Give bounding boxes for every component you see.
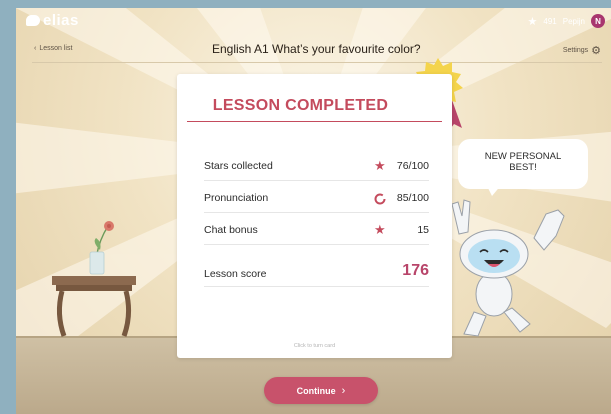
lesson-title: English A1 What’s your favourite color? [212, 42, 421, 56]
row-stars-collected: Stars collected ★ 76/100 [204, 158, 429, 176]
bubble-line-2: BEST! [509, 162, 537, 173]
elias-logo[interactable]: elias [26, 12, 79, 29]
row-value: 15 [417, 224, 429, 236]
side-table [52, 276, 136, 337]
avatar[interactable]: N [591, 14, 605, 28]
progress-ring-icon [374, 190, 386, 208]
back-to-lesson-list[interactable]: ‹ Lesson list [34, 45, 72, 52]
user-area: ★ 491 Pepijn N [528, 14, 605, 28]
star-icon: ★ [374, 158, 386, 173]
chevron-left-icon: ‹ [34, 45, 37, 52]
speech-logo-icon [26, 15, 40, 26]
speech-bubble: NEW PERSONAL BEST! [458, 139, 588, 189]
robot-hand-left [451, 199, 471, 235]
lesson-score-row: Lesson score 176 [204, 262, 429, 284]
score-value: 176 [402, 262, 429, 279]
gear-icon: ⚙ [591, 45, 601, 57]
chevron-right-icon: › [341, 384, 346, 397]
row-label: Chat bonus [204, 224, 258, 236]
settings-button[interactable]: Settings ⚙ [563, 44, 601, 57]
score-label: Lesson score [204, 268, 267, 280]
row-divider [204, 286, 429, 287]
screen-frame: elias ★ 491 Pepijn N ‹ Lesson list Engli… [0, 0, 611, 414]
speech-bubble-tail [486, 184, 502, 196]
nav-divider [32, 62, 602, 63]
back-label: Lesson list [39, 45, 73, 52]
row-value: 85/100 [396, 192, 429, 204]
row-pronunciation: Pronunciation 85/100 [204, 192, 429, 208]
row-label: Stars collected [204, 160, 273, 172]
robot-mascot [451, 199, 565, 337]
robot-hand-right [533, 209, 565, 251]
row-value: 76/100 [396, 160, 429, 172]
logo-text: elias [43, 12, 79, 29]
row-divider [204, 180, 429, 181]
lesson-result-card[interactable]: LESSON COMPLETED Stars collected ★ 76/10… [177, 74, 452, 358]
row-divider [204, 244, 429, 245]
row-label: Pronunciation [204, 192, 269, 204]
top-bar: elias ★ 491 Pepijn N [16, 8, 611, 36]
star-icon: ★ [527, 15, 538, 28]
continue-button[interactable]: Continue › [264, 377, 378, 404]
row-divider [204, 212, 429, 213]
continue-label: Continue [296, 385, 336, 396]
bubble-line-1: NEW PERSONAL [484, 151, 562, 162]
flower-vase [89, 221, 114, 275]
turn-card-hint[interactable]: Click to turn card [177, 343, 452, 349]
bubble-text: NEW PERSONAL BEST! [458, 151, 588, 173]
star-count: 491 [543, 16, 557, 26]
title-underline [187, 121, 442, 122]
user-name[interactable]: Pepijn [563, 17, 585, 26]
star-icon: ★ [374, 222, 386, 237]
row-chat-bonus: Chat bonus ★ 15 [204, 222, 429, 240]
app-window: elias ★ 491 Pepijn N ‹ Lesson list Engli… [16, 8, 611, 414]
settings-label: Settings [562, 47, 589, 54]
card-title: LESSON COMPLETED [212, 97, 389, 114]
